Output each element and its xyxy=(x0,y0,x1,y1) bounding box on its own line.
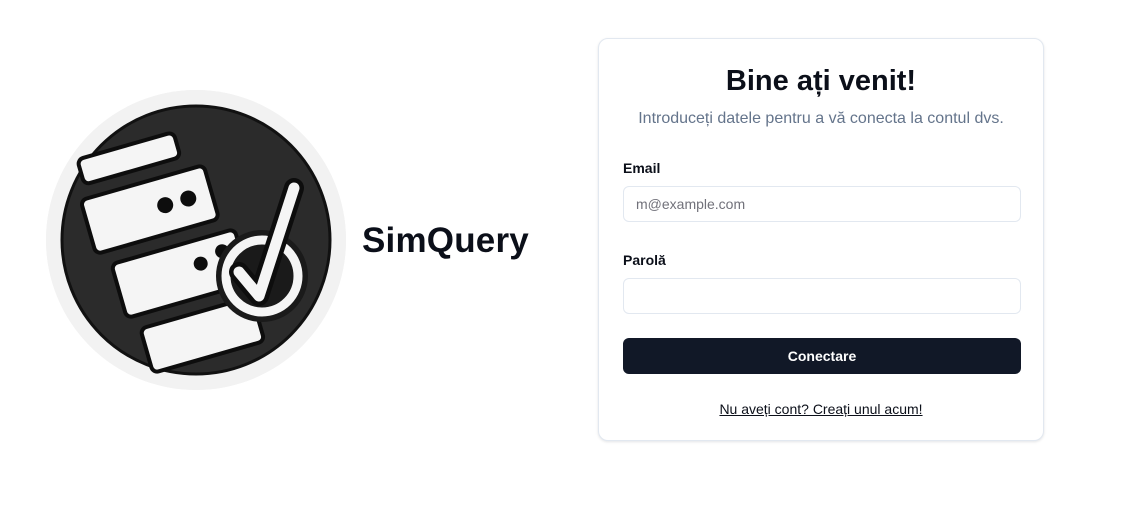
database-check-icon xyxy=(46,90,346,390)
login-card: Bine ați venit! Introduceți datele pentr… xyxy=(598,38,1044,441)
login-button[interactable]: Conectare xyxy=(623,338,1021,374)
brand-name: SimQuery xyxy=(362,221,529,260)
signup-link-container: Nu aveți cont? Creați unul acum! xyxy=(599,400,1043,418)
signup-link[interactable]: Nu aveți cont? Creați unul acum! xyxy=(719,401,922,417)
email-label: Email xyxy=(623,160,661,176)
email-field[interactable] xyxy=(623,186,1021,222)
password-label: Parolă xyxy=(623,252,666,268)
password-field[interactable] xyxy=(623,278,1021,314)
card-title: Bine ați venit! xyxy=(725,65,917,97)
card-subtitle: Introduceți datele pentru a vă conecta l… xyxy=(638,110,1004,127)
login-page: SimQuery Bine ați venit! Introduceți dat… xyxy=(0,0,1141,508)
brand-area: SimQuery xyxy=(46,90,566,390)
